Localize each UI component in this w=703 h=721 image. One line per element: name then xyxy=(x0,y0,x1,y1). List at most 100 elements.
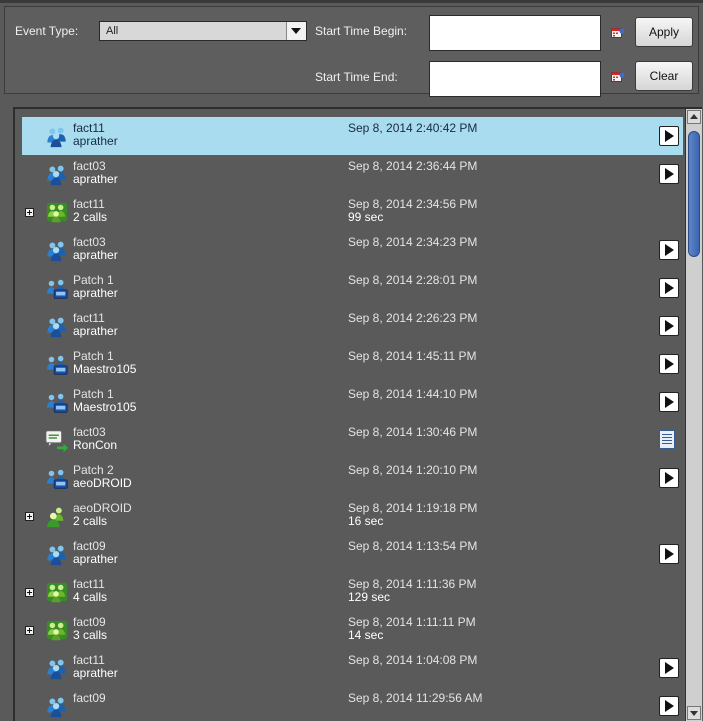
event-row[interactable]: fact11 4 calls Sep 8, 2014 1:11:36 PM 129 s… xyxy=(22,573,683,611)
group-call-icon xyxy=(47,697,66,718)
event-duration: 14 sec xyxy=(348,628,384,642)
group-call-icon xyxy=(47,317,66,338)
event-row[interactable]: fact09 aprather Sep 8, 2014 1:13:54 PM xyxy=(22,535,683,573)
scroll-up-icon[interactable] xyxy=(687,110,701,124)
private-call-icon xyxy=(46,507,64,528)
event-subtitle: aprather xyxy=(73,286,118,300)
event-row[interactable]: fact11 aprather Sep 8, 2014 2:40:42 PM xyxy=(22,117,683,155)
window-top-border xyxy=(0,0,703,3)
event-row[interactable]: Patch 1 aprather Sep 8, 2014 2:28:01 PM xyxy=(22,269,683,307)
expand-plus-icon[interactable] xyxy=(25,588,34,597)
event-start-time: Sep 8, 2014 1:04:08 PM xyxy=(348,653,478,667)
event-start-time: Sep 8, 2014 1:30:46 PM xyxy=(348,425,478,439)
event-subtitle: RonCon xyxy=(73,438,118,452)
play-icon[interactable] xyxy=(659,164,679,184)
scroll-thumb[interactable] xyxy=(688,131,700,257)
patch-call-icon xyxy=(46,393,68,413)
event-subtitle: 4 calls xyxy=(73,590,108,604)
event-row[interactable]: fact11 aprather Sep 8, 2014 1:04:08 PM xyxy=(22,649,683,687)
event-start-time: Sep 8, 2014 1:44:10 PM xyxy=(348,387,478,401)
event-subtitle: aprather xyxy=(73,666,118,680)
event-start-time: Sep 8, 2014 2:28:01 PM xyxy=(348,273,478,287)
event-subtitle: Maestro105 xyxy=(73,362,137,376)
event-row[interactable]: fact03 aprather Sep 8, 2014 2:36:44 PM xyxy=(22,155,683,193)
expand-plus-icon[interactable] xyxy=(25,626,34,635)
vertical-scrollbar[interactable] xyxy=(685,109,702,721)
event-row[interactable]: fact09 3 calls Sep 8, 2014 1:11:11 PM 14 se… xyxy=(22,611,683,649)
event-type-select[interactable]: All xyxy=(99,21,307,41)
event-start-time: Sep 8, 2014 2:34:23 PM xyxy=(348,235,478,249)
event-type-value: All xyxy=(106,25,119,37)
group-call-icon xyxy=(47,659,66,680)
event-subtitle: aprather xyxy=(73,552,118,566)
event-start-time: Sep 8, 2014 2:40:42 PM xyxy=(348,121,478,135)
clear-button[interactable]: Clear xyxy=(635,61,693,91)
group-call-icon xyxy=(47,241,66,262)
start-time-end-input[interactable] xyxy=(429,61,601,97)
play-icon[interactable] xyxy=(659,392,679,412)
event-start-time: Sep 8, 2014 2:36:44 PM xyxy=(348,159,478,173)
event-subtitle: aeoDROID xyxy=(73,476,132,490)
start-time-end-label: Start Time End: xyxy=(315,70,398,84)
group-call-icon xyxy=(47,127,66,148)
patch-call-icon xyxy=(46,469,68,489)
play-icon[interactable] xyxy=(659,544,679,564)
event-row[interactable]: Patch 1 Maestro105 Sep 8, 2014 1:45:11 PM xyxy=(22,345,683,383)
play-icon[interactable] xyxy=(659,468,679,488)
group-call-icon xyxy=(47,545,66,566)
event-subtitle: aprather xyxy=(73,172,118,186)
filter-panel: Event Type: All Start Time Begin: Apply … xyxy=(4,6,699,97)
event-row[interactable]: fact03 aprather Sep 8, 2014 2:34:23 PM xyxy=(22,231,683,269)
event-row[interactable]: Patch 2 aeoDROID Sep 8, 2014 1:20:10 PM xyxy=(22,459,683,497)
event-duration: 99 sec xyxy=(348,210,384,224)
expand-plus-icon[interactable] xyxy=(25,208,34,217)
event-start-time: Sep 8, 2014 2:26:23 PM xyxy=(348,311,478,325)
event-subtitle: aprather xyxy=(73,324,118,338)
event-list: fact11 aprather Sep 8, 2014 2:40:42 PM fact… xyxy=(15,109,685,721)
multi-call-icon xyxy=(46,620,68,641)
document-icon[interactable] xyxy=(659,430,675,449)
event-start-time: Sep 8, 2014 1:13:54 PM xyxy=(348,539,478,553)
play-icon[interactable] xyxy=(659,278,679,298)
event-row[interactable]: aeoDROID 2 calls Sep 8, 2014 1:19:18 PM 16 … xyxy=(22,497,683,535)
expand-plus-icon[interactable] xyxy=(25,512,34,521)
play-icon[interactable] xyxy=(659,240,679,260)
play-icon[interactable] xyxy=(659,696,679,716)
calendar-picker-icon[interactable] xyxy=(611,71,625,83)
event-row[interactable]: fact03 RonCon Sep 8, 2014 1:30:46 PM xyxy=(22,421,683,459)
event-start-time: Sep 8, 2014 1:20:10 PM xyxy=(348,463,478,477)
event-duration: 129 sec xyxy=(348,590,391,604)
event-row[interactable]: fact11 2 calls Sep 8, 2014 2:34:56 PM 99 se… xyxy=(22,193,683,231)
event-type-label: Event Type: xyxy=(15,24,79,38)
patch-call-icon xyxy=(46,279,68,299)
event-row[interactable]: Patch 1 Maestro105 Sep 8, 2014 1:44:10 PM xyxy=(22,383,683,421)
event-subtitle: 2 calls xyxy=(73,210,108,224)
event-subtitle: Maestro105 xyxy=(73,400,137,414)
event-list-panel: fact11 aprather Sep 8, 2014 2:40:42 PM fact… xyxy=(13,107,702,721)
multi-call-icon xyxy=(46,202,68,223)
play-icon[interactable] xyxy=(659,316,679,336)
start-time-begin-label: Start Time Begin: xyxy=(315,24,408,38)
group-call-icon xyxy=(47,165,66,186)
play-icon[interactable] xyxy=(659,354,679,374)
chevron-down-icon[interactable] xyxy=(286,22,306,40)
event-row[interactable]: fact11 aprather Sep 8, 2014 2:26:23 PM xyxy=(22,307,683,345)
event-subtitle: 3 calls xyxy=(73,628,108,642)
multi-call-icon xyxy=(46,582,68,603)
calendar-picker-icon[interactable] xyxy=(611,27,625,39)
event-duration: 16 sec xyxy=(348,514,384,528)
event-name: fact09 xyxy=(73,691,106,705)
event-start-time: Sep 8, 2014 11:29:56 AM xyxy=(348,691,483,705)
event-subtitle: aprather xyxy=(73,248,118,262)
apply-button[interactable]: Apply xyxy=(635,17,693,47)
event-row[interactable]: fact09 Sep 8, 2014 11:29:56 AM xyxy=(22,687,683,721)
event-subtitle: aprather xyxy=(73,134,118,148)
play-icon[interactable] xyxy=(659,126,679,146)
scroll-down-icon[interactable] xyxy=(687,706,701,720)
play-icon[interactable] xyxy=(659,658,679,678)
patch-call-icon xyxy=(46,355,68,375)
start-time-begin-input[interactable] xyxy=(429,15,601,51)
text-message-icon xyxy=(45,430,69,453)
event-start-time: Sep 8, 2014 1:45:11 PM xyxy=(348,349,477,363)
event-subtitle: 2 calls xyxy=(73,514,108,528)
